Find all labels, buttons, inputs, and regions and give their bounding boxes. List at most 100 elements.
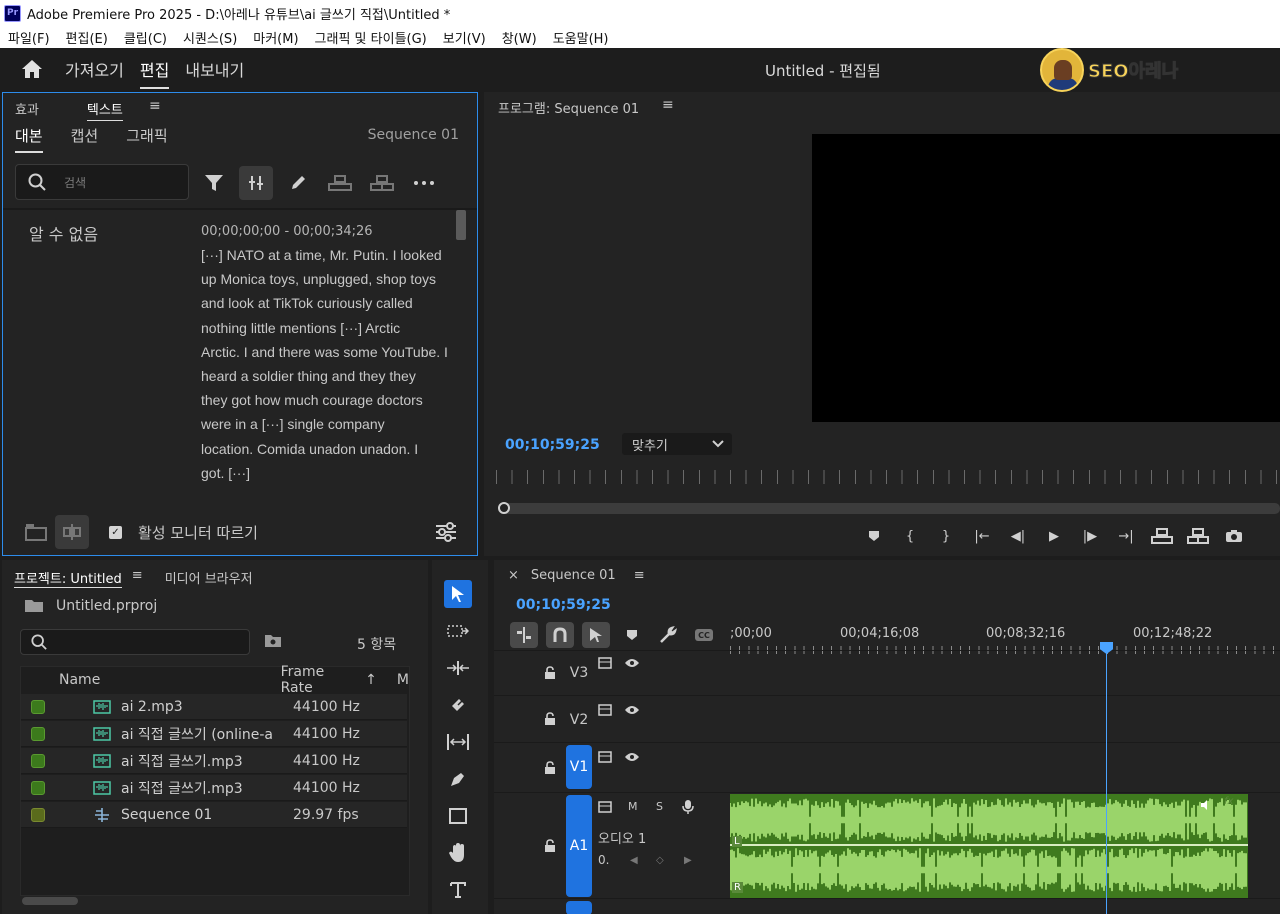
type-tool-icon[interactable] (444, 876, 472, 904)
captions-icon[interactable]: CC (690, 622, 718, 648)
track-select-tool-icon[interactable] (444, 617, 472, 645)
label-color-swatch[interactable] (31, 780, 45, 795)
mute-button[interactable]: M (628, 800, 638, 813)
settings-sliders-icon[interactable] (429, 515, 463, 549)
slip-tool-icon[interactable] (444, 728, 472, 756)
film-icon[interactable] (598, 801, 612, 813)
program-menu-icon[interactable]: ≡ (662, 97, 674, 113)
menu-view[interactable]: 보기(V) (435, 28, 494, 47)
menu-edit[interactable]: 편집(E) (58, 28, 116, 47)
track-label[interactable]: 오디오 1 (598, 828, 646, 847)
razor-tool-icon[interactable] (444, 691, 472, 719)
tab-graphics[interactable]: 그래픽 (126, 125, 167, 153)
menu-help[interactable]: 도움말(H) (545, 28, 617, 47)
label-color-swatch[interactable] (31, 753, 45, 768)
transcript-scrollbar[interactable] (456, 210, 466, 240)
program-timecode[interactable]: 00;10;59;25 (505, 437, 600, 453)
column-frame-rate[interactable]: Frame Rate (281, 664, 360, 696)
workspace-edit[interactable]: 편집 (139, 49, 170, 89)
list-item[interactable]: ai 직접 글쓰기 (online-a 44100 Hz (21, 721, 407, 747)
transcribe-icon[interactable] (19, 515, 53, 549)
workspace-import[interactable]: 가져오기 (65, 49, 124, 89)
camera-icon[interactable] (1216, 526, 1252, 546)
split-icon[interactable] (55, 515, 89, 549)
extract-icon[interactable] (1180, 526, 1216, 546)
audio-clip[interactable]: L R fx (730, 794, 1248, 898)
nest-icon[interactable] (510, 622, 538, 648)
track-name[interactable]: V1 (566, 745, 592, 789)
label-color-swatch[interactable] (31, 807, 45, 822)
mark-in-icon[interactable]: { (892, 526, 928, 546)
go-to-out-icon[interactable]: →| (1108, 526, 1144, 546)
add-marker-icon[interactable] (618, 622, 646, 648)
lock-icon[interactable] (544, 839, 556, 853)
hand-tool-icon[interactable] (444, 839, 472, 867)
wrench-icon[interactable] (654, 622, 682, 648)
menu-file[interactable]: 파일(F) (0, 28, 58, 47)
menu-clip[interactable]: 클립(C) (116, 28, 175, 47)
film-icon[interactable] (598, 704, 612, 716)
speaker-label[interactable]: 알 수 없음 (29, 221, 98, 245)
eye-icon[interactable] (624, 658, 640, 668)
program-title[interactable]: 프로그램: Sequence 01 (498, 98, 639, 117)
go-to-in-icon[interactable]: |← (964, 526, 1000, 546)
menu-window[interactable]: 창(W) (494, 28, 545, 47)
pencil-icon[interactable] (281, 166, 315, 200)
tab-media-browser[interactable]: 미디어 브라우저 (165, 568, 253, 588)
label-color-swatch[interactable] (31, 726, 45, 741)
lock-icon[interactable] (544, 761, 556, 775)
keyframe-icon[interactable]: 0. (598, 853, 609, 867)
snap-icon[interactable] (546, 622, 574, 648)
tab-project[interactable]: 프로젝트: Untitled (14, 568, 122, 588)
eye-icon[interactable] (624, 752, 640, 762)
film-icon[interactable] (598, 657, 612, 669)
selection-tool-icon[interactable] (444, 580, 472, 608)
track-name[interactable]: V3 (566, 665, 592, 681)
playhead-line[interactable] (1106, 646, 1107, 914)
column-more[interactable]: M (397, 672, 409, 688)
microphone-icon[interactable] (682, 799, 694, 815)
step-forward-icon[interactable]: |▶ (1072, 526, 1108, 546)
solo-button[interactable]: S (656, 800, 663, 813)
eye-icon[interactable] (624, 705, 640, 715)
project-menu-icon[interactable]: ≡ (132, 568, 143, 588)
insert-icon[interactable] (323, 166, 357, 200)
program-time-ruler[interactable] (496, 470, 1280, 484)
home-icon[interactable] (21, 58, 43, 80)
film-icon[interactable] (598, 751, 612, 763)
column-name[interactable]: Name (59, 672, 281, 688)
new-bin-icon[interactable] (264, 634, 282, 648)
menu-marker[interactable]: 마커(M) (245, 28, 306, 47)
list-item[interactable]: ai 2.mp3 44100 Hz (21, 694, 407, 720)
tab-effects[interactable]: 효과 (15, 99, 39, 121)
next-keyframe-icon[interactable]: ▶ (684, 855, 692, 866)
list-item[interactable]: ai 직접 글쓰기.mp3 44100 Hz (21, 775, 407, 801)
align-icon[interactable] (239, 166, 273, 200)
tab-transcript[interactable]: 대본 (15, 125, 43, 153)
linked-selection-icon[interactable] (582, 622, 610, 648)
menu-graphics[interactable]: 그래픽 및 타이틀(G) (307, 28, 435, 47)
close-icon[interactable]: × (508, 568, 519, 583)
scrub-handle[interactable] (498, 502, 510, 514)
step-back-icon[interactable]: ◀| (1000, 526, 1036, 546)
ripple-edit-tool-icon[interactable] (444, 654, 472, 682)
program-video-frame[interactable] (812, 134, 1280, 422)
previous-keyframe-icon[interactable]: ◀ (630, 855, 638, 866)
add-marker-icon[interactable] (856, 526, 892, 546)
timeline-ruler[interactable]: ;00;00 00;04;16;08 00;08;32;16 00;12;48;… (730, 620, 1280, 654)
timeline-timecode[interactable]: 00;10;59;25 (516, 597, 611, 613)
timeline-menu-icon[interactable]: ≡ (634, 568, 645, 583)
track-name[interactable]: V2 (566, 712, 592, 728)
add-keyframe-icon[interactable]: ◇ (656, 855, 664, 866)
tab-text[interactable]: 텍스트 (86, 99, 123, 121)
pen-tool-icon[interactable] (444, 765, 472, 793)
transcript-text[interactable]: [···] NATO at a time, Mr. Putin. I looke… (201, 243, 449, 485)
track-name-a2[interactable] (566, 901, 592, 914)
workspace-export[interactable]: 내보내기 (185, 49, 244, 89)
lock-icon[interactable] (544, 666, 556, 680)
list-item[interactable]: Sequence 01 29.97 fps (21, 802, 407, 828)
filter-icon[interactable] (197, 166, 231, 200)
project-scrollbar[interactable] (22, 897, 78, 905)
list-item[interactable]: ai 직접 글쓰기.mp3 44100 Hz (21, 748, 407, 774)
follow-monitor-checkbox[interactable]: ✓ (109, 525, 122, 539)
